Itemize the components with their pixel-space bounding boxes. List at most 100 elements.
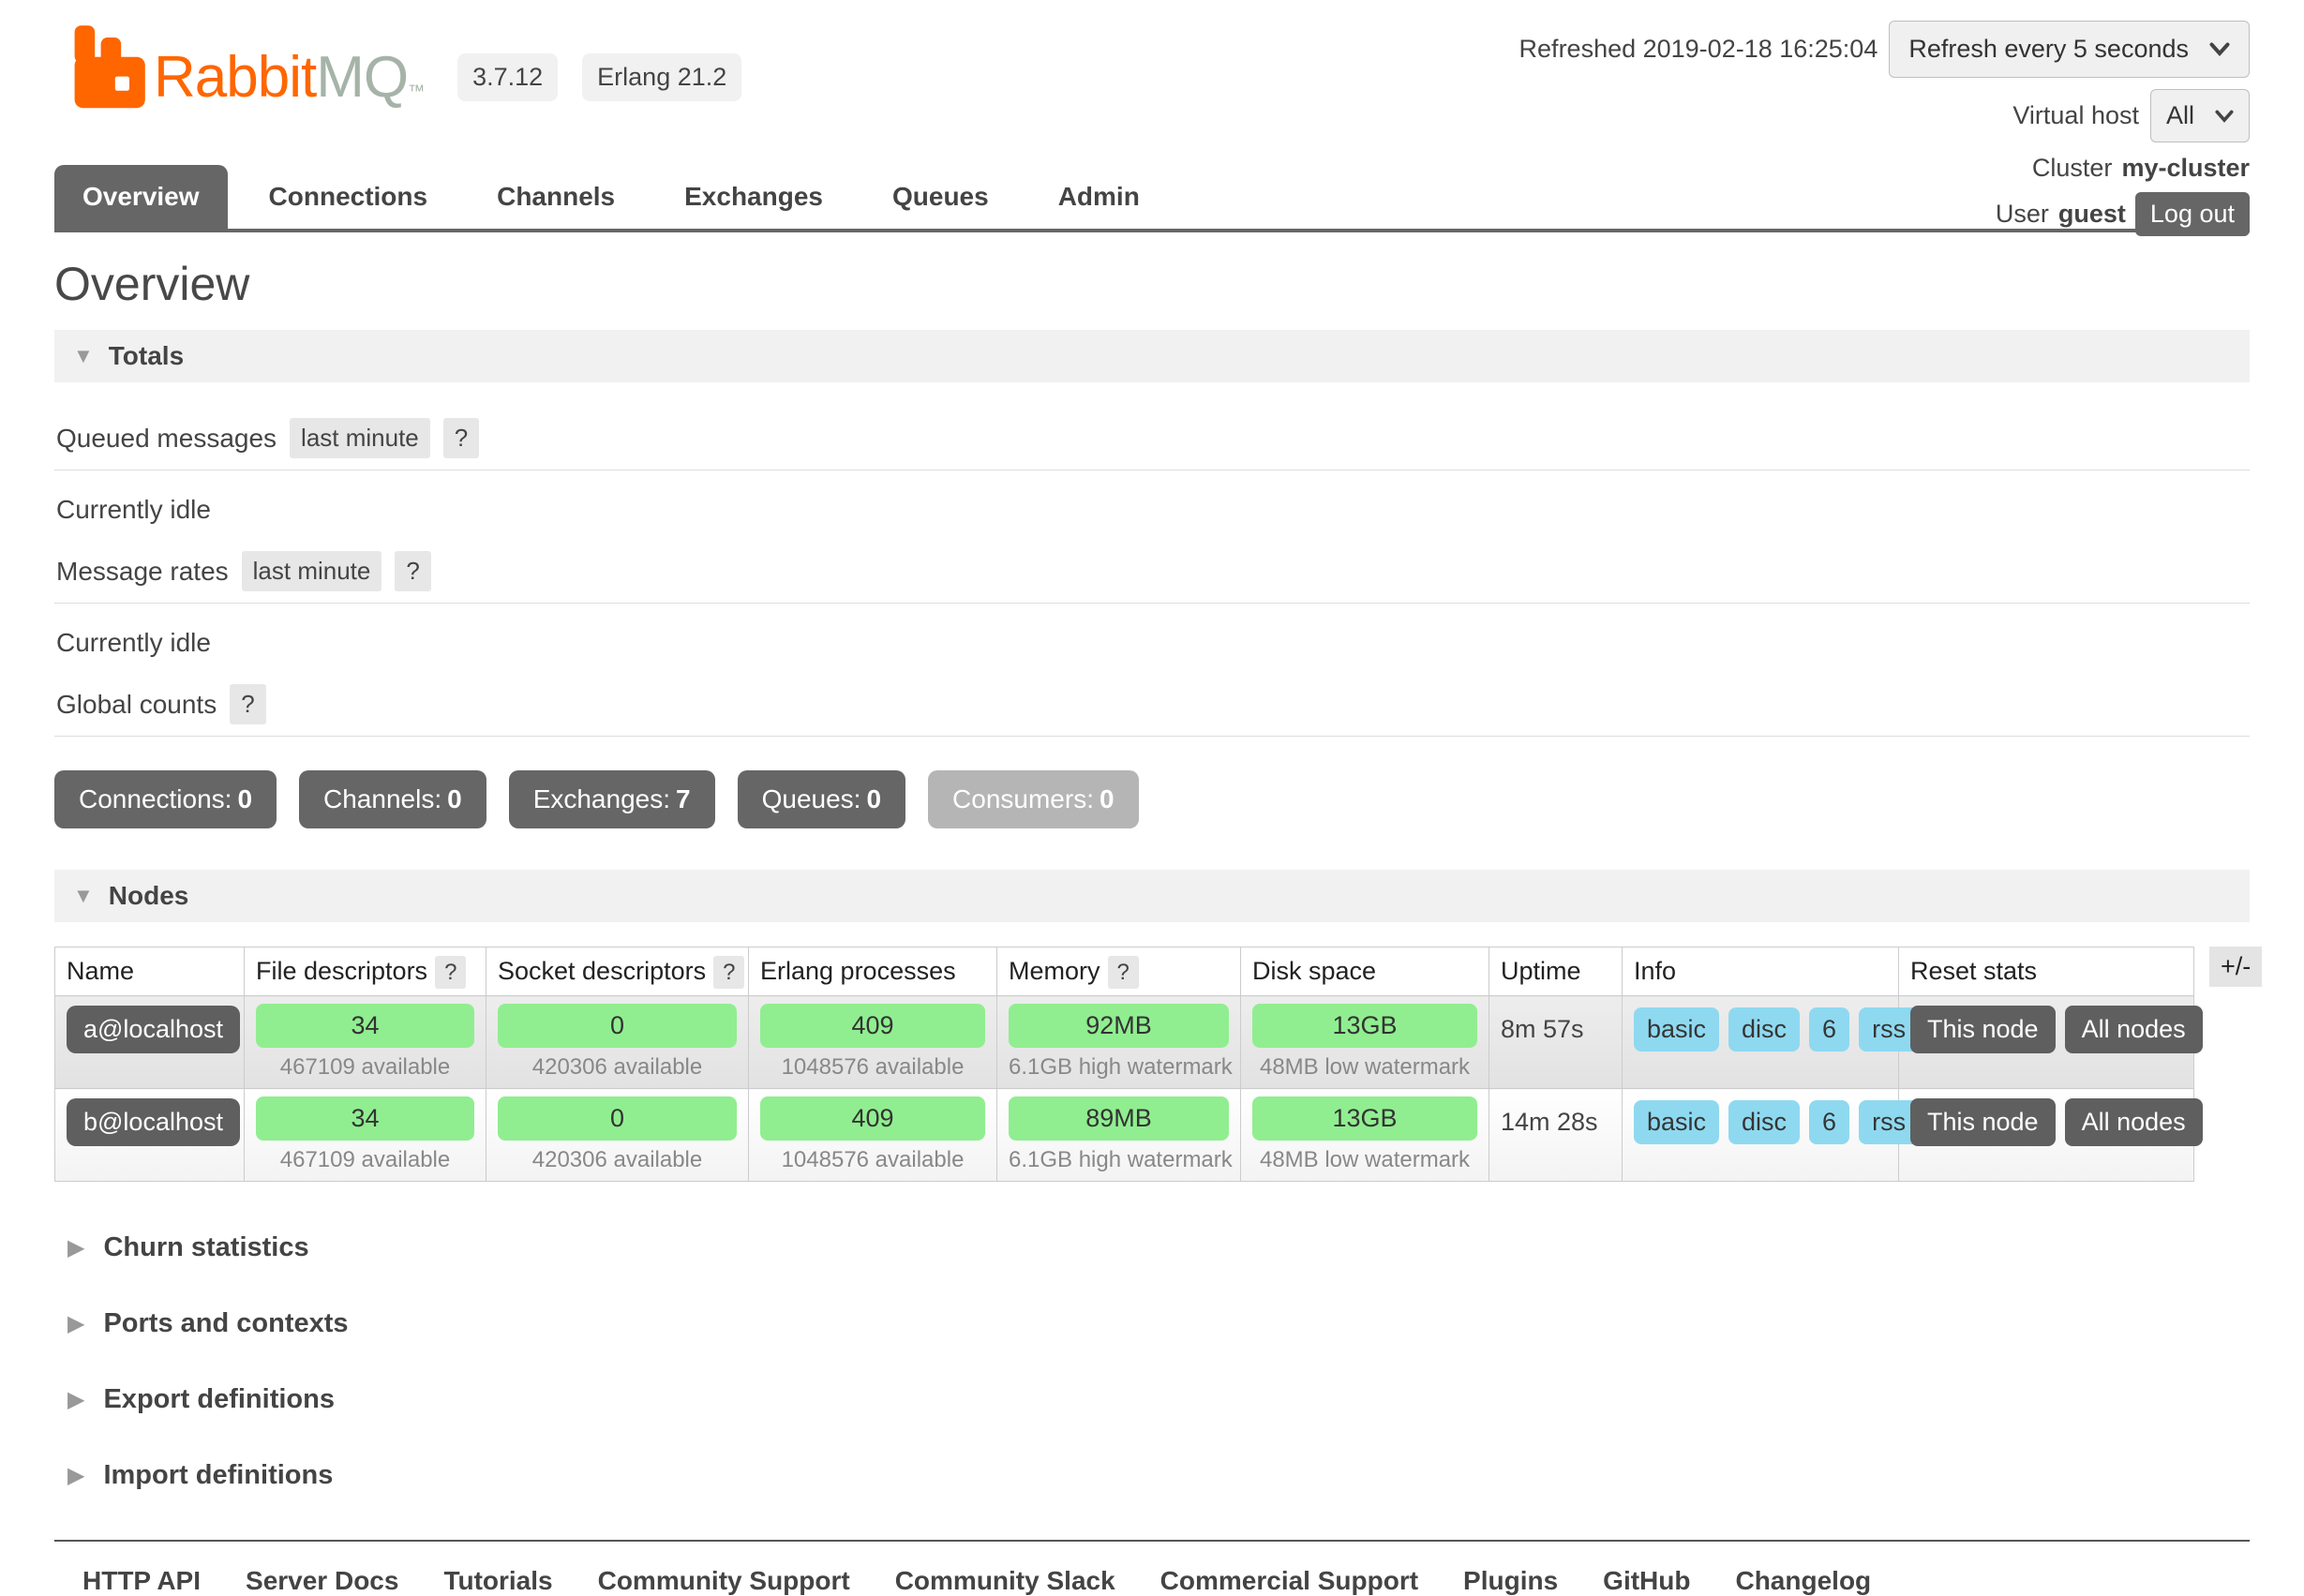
logo-wordmark: RabbitMQ™ (154, 49, 424, 111)
footer-link-plugins[interactable]: Plugins (1463, 1566, 1558, 1596)
connections-count-badge[interactable]: Connections:0 (54, 770, 277, 828)
file-descriptors-sub: 467109 available (256, 1054, 474, 1081)
nodes-section: ▼ Nodes Name File descriptors? Socket de… (54, 870, 2250, 1182)
queued-messages-header: Queued messages last minute ? (54, 418, 2250, 470)
logo-rabbit-text: Rabbit (154, 45, 316, 110)
tab-connections[interactable]: Connections (241, 165, 456, 229)
nav-tabs: Overview Connections Channels Exchanges … (54, 165, 1168, 229)
node-name-badge[interactable]: b@localhost (67, 1098, 240, 1146)
nodes-section-title: Nodes (109, 881, 189, 911)
memory-value: 89MB (1009, 1096, 1229, 1141)
import-definitions-section[interactable]: ▶ Import definitions (67, 1460, 2250, 1491)
rabbitmq-overview-page: RabbitMQ™ 3.7.12 Erlang 21.2 Refreshed 2… (0, 0, 2304, 1596)
info-badge-basic[interactable]: basic (1634, 1007, 1719, 1052)
logout-button[interactable]: Log out (2135, 192, 2250, 236)
col-memory: Memory? (997, 947, 1241, 996)
col-reset-stats: Reset stats (1899, 947, 2194, 996)
col-socket-descriptors: Socket descriptors? (486, 947, 749, 996)
info-badge-plugins-count[interactable]: 6 (1809, 1100, 1849, 1144)
virtual-host-select[interactable]: All (2150, 89, 2250, 142)
totals-section-title: Totals (109, 341, 184, 371)
memory-sub: 6.1GB high watermark (1009, 1147, 1229, 1173)
erlang-processes-value: 409 (760, 1004, 985, 1048)
header: RabbitMQ™ 3.7.12 Erlang 21.2 Refreshed 2… (54, 0, 2250, 232)
logo[interactable]: RabbitMQ™ 3.7.12 Erlang 21.2 (73, 24, 741, 111)
footer-link-http-api[interactable]: HTTP API (82, 1566, 201, 1596)
refresh-interval-select[interactable]: Refresh every 5 seconds (1889, 21, 2250, 78)
exchanges-count-badge[interactable]: Exchanges:7 (509, 770, 715, 828)
message-rates-label: Message rates (56, 557, 229, 587)
uptime-value: 14m 28s (1501, 1096, 1598, 1137)
tab-queues[interactable]: Queues (864, 165, 1017, 229)
info-badge-basic[interactable]: basic (1634, 1100, 1719, 1144)
logo-tm: ™ (408, 82, 424, 100)
erlang-processes-sub: 1048576 available (760, 1147, 985, 1173)
col-uptime: Uptime (1489, 947, 1623, 996)
footer-link-community-support[interactable]: Community Support (598, 1566, 850, 1596)
reset-all-nodes-button[interactable]: All nodes (2065, 1098, 2203, 1146)
reset-this-node-button[interactable]: This node (1910, 1098, 2056, 1146)
channels-count-badge[interactable]: Channels:0 (299, 770, 486, 828)
global-counts-help-button[interactable]: ? (230, 684, 265, 724)
cluster-line: Cluster my-cluster (1519, 154, 2250, 183)
footer-link-changelog[interactable]: Changelog (1735, 1566, 1871, 1596)
queued-messages-label: Queued messages (56, 424, 277, 454)
chevron-down-icon (2215, 110, 2234, 123)
virtual-host-value: All (2166, 101, 2194, 130)
tab-overview[interactable]: Overview (54, 165, 228, 229)
disk-space-value: 13GB (1252, 1096, 1477, 1141)
reset-this-node-button[interactable]: This node (1910, 1006, 2056, 1053)
tab-exchanges[interactable]: Exchanges (656, 165, 851, 229)
node-info-badges: basic disc 6 rss (1634, 1096, 1887, 1144)
message-rates-help-button[interactable]: ? (395, 551, 430, 591)
socket-descriptors-sub: 420306 available (498, 1147, 737, 1173)
import-definitions-label: Import definitions (103, 1460, 333, 1491)
node-info-badges: basic disc 6 rss (1634, 1004, 1887, 1052)
disk-space-sub: 48MB low watermark (1252, 1054, 1477, 1081)
reset-all-nodes-button[interactable]: All nodes (2065, 1006, 2203, 1053)
col-erlang-processes: Erlang processes (749, 947, 997, 996)
tab-channels[interactable]: Channels (469, 165, 643, 229)
file-descriptors-help-button[interactable]: ? (435, 956, 466, 989)
column-toggle-button[interactable]: +/- (2209, 947, 2262, 987)
info-badge-disc[interactable]: disc (1728, 1100, 1800, 1144)
message-rates-period-badge[interactable]: last minute (242, 551, 382, 591)
collapse-triangle-icon: ▼ (73, 884, 94, 908)
churn-statistics-section[interactable]: ▶ Churn statistics (67, 1232, 2250, 1263)
queued-messages-help-button[interactable]: ? (443, 418, 479, 458)
socket-descriptors-value: 0 (498, 1004, 737, 1048)
queues-count-badge[interactable]: Queues:0 (738, 770, 905, 828)
node-name-badge[interactable]: a@localhost (67, 1006, 240, 1053)
info-badge-disc[interactable]: disc (1728, 1007, 1800, 1052)
collapse-triangle-icon: ▼ (73, 344, 94, 368)
footer-link-github[interactable]: GitHub (1603, 1566, 1690, 1596)
queued-messages-status: Currently idle (56, 495, 2250, 525)
tab-admin[interactable]: Admin (1030, 165, 1168, 229)
export-definitions-label: Export definitions (103, 1384, 335, 1415)
footer-link-commercial-support[interactable]: Commercial Support (1160, 1566, 1418, 1596)
ports-and-contexts-section[interactable]: ▶ Ports and contexts (67, 1308, 2250, 1339)
footer-link-community-slack[interactable]: Community Slack (895, 1566, 1115, 1596)
footer-link-tutorials[interactable]: Tutorials (443, 1566, 552, 1596)
file-descriptors-value: 34 (256, 1096, 474, 1141)
footer-link-server-docs[interactable]: Server Docs (246, 1566, 398, 1596)
socket-descriptors-help-button[interactable]: ? (713, 956, 744, 989)
nodes-section-header[interactable]: ▼ Nodes (54, 870, 2250, 922)
file-descriptors-sub: 467109 available (256, 1147, 474, 1173)
export-definitions-section[interactable]: ▶ Export definitions (67, 1384, 2250, 1415)
queued-messages-period-badge[interactable]: last minute (290, 418, 430, 458)
info-badge-plugins-count[interactable]: 6 (1809, 1007, 1849, 1052)
erlang-processes-value: 409 (760, 1096, 985, 1141)
header-status-area: Refreshed 2019-02-18 16:25:04 Refresh ev… (1519, 21, 2250, 236)
virtual-host-row: Virtual host All (1519, 89, 2250, 142)
expand-triangle-icon: ▶ (67, 1462, 84, 1489)
totals-section-header[interactable]: ▼ Totals (54, 330, 2250, 382)
reset-stats-buttons: This node All nodes (1910, 1096, 2182, 1146)
global-counts-header: Global counts ? (54, 684, 2250, 737)
node-row-b: b@localhost 34 467109 available 0 420306… (55, 1089, 2194, 1182)
socket-descriptors-value: 0 (498, 1096, 737, 1141)
memory-help-button[interactable]: ? (1108, 956, 1139, 989)
page-title: Overview (54, 257, 2250, 311)
disk-space-value: 13GB (1252, 1004, 1477, 1048)
message-rates-header: Message rates last minute ? (54, 551, 2250, 604)
